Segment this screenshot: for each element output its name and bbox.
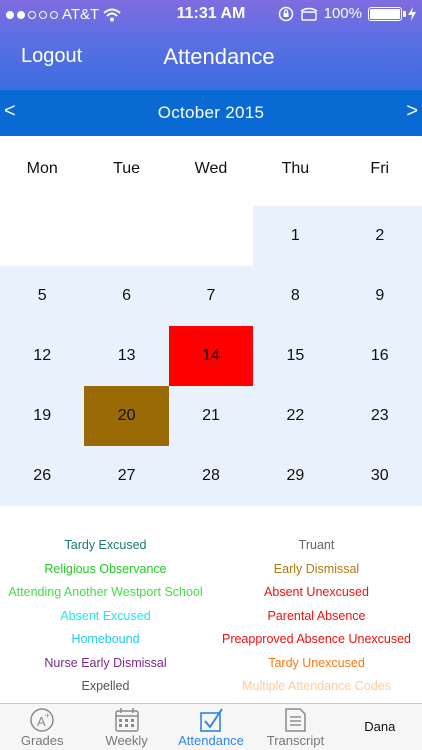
legend-item: Truant: [298, 538, 335, 552]
calendar-day-20[interactable]: 20: [84, 386, 169, 446]
attendance-legend: Tardy Excused Truant Religious Observance E…: [0, 538, 422, 703]
calendar-day-2[interactable]: 2: [337, 206, 422, 266]
weekday-fri: Fri: [370, 160, 390, 177]
legend-item: Early Dismissal: [273, 561, 360, 576]
tab-transcript[interactable]: Transcript: [253, 704, 337, 750]
tab-student-dana[interactable]: Dana: [338, 704, 422, 750]
calendar-day-7[interactable]: 7: [168, 266, 254, 326]
calendar-day-30[interactable]: 30: [337, 446, 422, 506]
month-bar: < October 2015 >: [0, 90, 422, 136]
tab-weekly[interactable]: Weekly: [84, 704, 168, 750]
calendar-day-26[interactable]: 26: [0, 446, 85, 506]
weekday-thu: Thu: [281, 160, 310, 177]
legend-item: Absent Excused: [60, 608, 151, 623]
calendar-day-23[interactable]: 23: [337, 386, 422, 446]
calendar-day-21[interactable]: 21: [168, 386, 254, 446]
tab-attendance[interactable]: Attendance: [169, 704, 253, 750]
tab-weekly-label: Weekly: [105, 733, 148, 748]
battery-percent: 100%: [323, 5, 362, 22]
calendar-day-28[interactable]: 28: [168, 446, 254, 506]
calendar-empty-cell: [0, 206, 85, 266]
checkbox-icon: [200, 708, 223, 732]
legend-item: Homebound: [71, 632, 140, 646]
legend-item: Parental Absence: [267, 608, 366, 623]
calendar-day-15[interactable]: 15: [253, 326, 338, 386]
tab-attendance-label: Attendance: [178, 733, 244, 748]
calendar-day-12[interactable]: 12: [0, 326, 85, 386]
next-month-button[interactable]: >: [406, 100, 418, 123]
calendar-day-8[interactable]: 8: [253, 266, 338, 326]
status-bar: AT&T 11:31 AM 100%: [0, 0, 422, 30]
status-right: 100%: [278, 5, 416, 22]
weekday-mon: Mon: [26, 160, 58, 177]
calendar-day-27[interactable]: 27: [84, 446, 169, 506]
tab-grades-label: Grades: [20, 733, 64, 748]
battery-icon: [368, 6, 406, 21]
legend-item: Absent Unexcused: [264, 585, 369, 599]
weekday-header-row: Mon Tue Wed Thu Fri: [0, 150, 422, 190]
grade-a-plus-icon: A +: [30, 708, 54, 732]
tab-student-label: Dana: [364, 719, 396, 734]
calendar-icon: [114, 708, 139, 732]
calendar-day-13[interactable]: 13: [84, 326, 169, 386]
document-icon: [285, 708, 307, 732]
calendar-empty-cell: [168, 206, 254, 266]
calendar-day-1[interactable]: 1: [253, 206, 338, 266]
legend-item: Expelled: [81, 679, 130, 693]
legend-item: Religious Observance: [44, 561, 167, 576]
month-label: October 2015: [157, 103, 265, 122]
calendar-day-6[interactable]: 6: [84, 266, 169, 326]
header: AT&T 11:31 AM 100% Logout Attendance: [0, 0, 422, 90]
calendar-day-22[interactable]: 22: [253, 386, 338, 446]
legend-item: Tardy Excused: [64, 538, 147, 552]
legend-item: Multiple Attendance Codes: [242, 679, 391, 693]
calendar-grid: 1 2 5 6 7 8 9 12 13 14 15 16 19 20 21 22 23 26 27 28 29 30: [0, 206, 422, 506]
legend-item: Tardy Unexcused: [268, 655, 365, 670]
tty-icon: [300, 7, 318, 21]
legend-item: Nurse Early Dismissal: [44, 655, 167, 670]
tab-bar: A + Grades Weekly Attendance Transcript …: [0, 703, 422, 750]
calendar-empty-cell: [84, 206, 169, 266]
legend-item: Attending Another Westport School: [8, 585, 203, 599]
page-title: Attendance: [163, 44, 275, 69]
charging-icon: [408, 6, 416, 21]
calendar-day-9[interactable]: 9: [337, 266, 422, 326]
svg-text:+: +: [45, 711, 50, 720]
tab-transcript-label: Transcript: [266, 733, 325, 748]
legend-item: Preapproved Absence Unexcused: [221, 632, 411, 646]
weekday-wed: Wed: [194, 160, 228, 177]
calendar-day-5[interactable]: 5: [0, 266, 85, 326]
weekday-tue: Tue: [113, 160, 141, 177]
orientation-lock-icon: [278, 6, 293, 21]
calendar-day-14[interactable]: 14: [168, 326, 254, 386]
calendar-day-19[interactable]: 19: [0, 386, 85, 446]
calendar-day-16[interactable]: 16: [337, 326, 422, 386]
calendar-day-29[interactable]: 29: [253, 446, 338, 506]
tab-grades[interactable]: A + Grades: [0, 704, 84, 750]
